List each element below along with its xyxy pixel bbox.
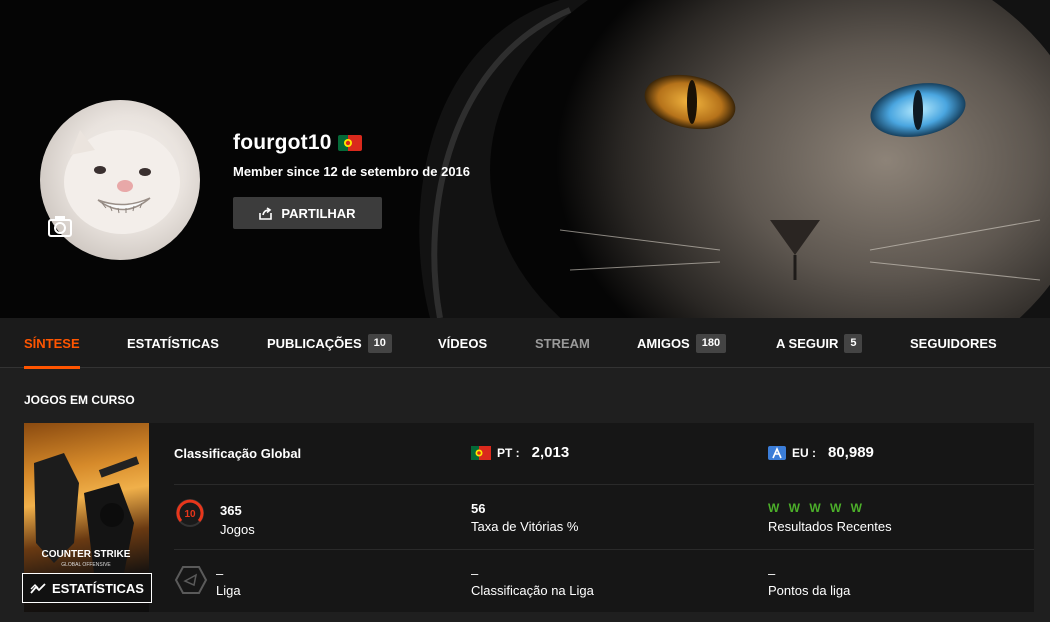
region-rank-value: 80,989 <box>828 444 874 461</box>
share-icon <box>259 206 273 220</box>
win-rate-value: 56 <box>471 501 486 516</box>
portugal-flag-icon <box>337 135 362 151</box>
section-title: JOGOS EM CURSO <box>24 393 135 407</box>
tab-seguidores[interactable]: SEGUIDORES <box>910 318 997 368</box>
tab-label: ESTATÍSTICAS <box>127 335 219 351</box>
country-rank-prefix: PT : <box>497 445 520 460</box>
tab-label: SEGUIDORES <box>910 335 997 351</box>
tab-label: VÍDEOS <box>438 335 488 351</box>
camera-icon[interactable] <box>47 214 73 238</box>
league-rank-label: Classificação na Liga <box>471 583 594 598</box>
count-badge: 5 <box>844 333 863 353</box>
tab-amigos[interactable]: AMIGOS 180 <box>637 318 727 368</box>
count-badge: 180 <box>695 333 727 353</box>
league-points-label: Pontos da liga <box>768 583 851 598</box>
region-rank-prefix: EU : <box>792 445 816 460</box>
league-label: Liga <box>216 583 241 598</box>
tab-label: PUBLICAÇÕES <box>267 335 362 351</box>
skill-level-value: 10 <box>184 509 196 520</box>
win-rate-label: Taxa de Vitórias % <box>471 519 579 534</box>
game-panel: COUNTER STRIKE GLOBAL OFFENSIVE ESTATÍST… <box>22 423 1034 612</box>
trend-chart-icon <box>30 583 46 594</box>
tab-stream[interactable]: STREAM <box>535 318 590 368</box>
member-since: Member since 12 de setembro de 2016 <box>233 164 471 179</box>
league-value: – <box>216 566 224 581</box>
game-cover-title: COUNTER STRIKE <box>42 549 131 560</box>
game-cover-subtitle: GLOBAL OFFENSIVE <box>61 562 111 568</box>
skill-level-gauge-icon: 10 <box>176 499 204 527</box>
league-hexagon-icon <box>174 566 208 594</box>
username-row: fourgot10 <box>233 131 362 155</box>
country-rank-value: 2,013 <box>531 444 570 461</box>
tab-label: SÍNTESE <box>24 335 80 351</box>
count-badge: 10 <box>367 333 392 353</box>
tab-a-seguir[interactable]: A SEGUIR 5 <box>776 318 863 368</box>
europe-region-icon <box>768 445 786 460</box>
country-rank: PT : 2,013 <box>471 444 569 461</box>
share-label: PARTILHAR <box>281 205 356 221</box>
row-divider <box>174 549 1034 550</box>
tab-label: A SEGUIR <box>776 335 839 351</box>
username: fourgot10 <box>233 131 332 154</box>
share-button[interactable]: PARTILHAR <box>233 197 382 229</box>
tab-sintese[interactable]: SÍNTESE <box>24 318 80 369</box>
game-stats-button[interactable]: ESTATÍSTICAS <box>22 573 152 603</box>
recent-results-label: Resultados Recentes <box>768 519 892 534</box>
tab-publicacoes[interactable]: PUBLICAÇÕES 10 <box>267 318 392 368</box>
games-label: Jogos <box>220 522 255 537</box>
league-points-value: – <box>768 566 776 581</box>
recent-results: W W W W W <box>768 501 865 515</box>
games-count: 365 <box>220 503 242 518</box>
profile-tabs: SÍNTESE ESTATÍSTICAS PUBLICAÇÕES 10 VÍDE… <box>0 318 1050 369</box>
tab-label: AMIGOS <box>637 335 690 351</box>
tab-label: STREAM <box>535 335 590 351</box>
tab-videos[interactable]: VÍDEOS <box>438 318 487 368</box>
region-rank: EU : 80,989 <box>768 444 874 461</box>
tab-estatisticas[interactable]: ESTATÍSTICAS <box>127 318 219 368</box>
game-stats-label: ESTATÍSTICAS <box>52 580 144 596</box>
row-divider <box>174 484 1034 485</box>
profile-banner: fourgot10 Member since 12 de setembro de… <box>0 0 1050 318</box>
portugal-flag-icon <box>471 445 491 460</box>
league-rank-value: – <box>471 566 479 581</box>
global-rank-label: Classificação Global <box>174 446 302 461</box>
